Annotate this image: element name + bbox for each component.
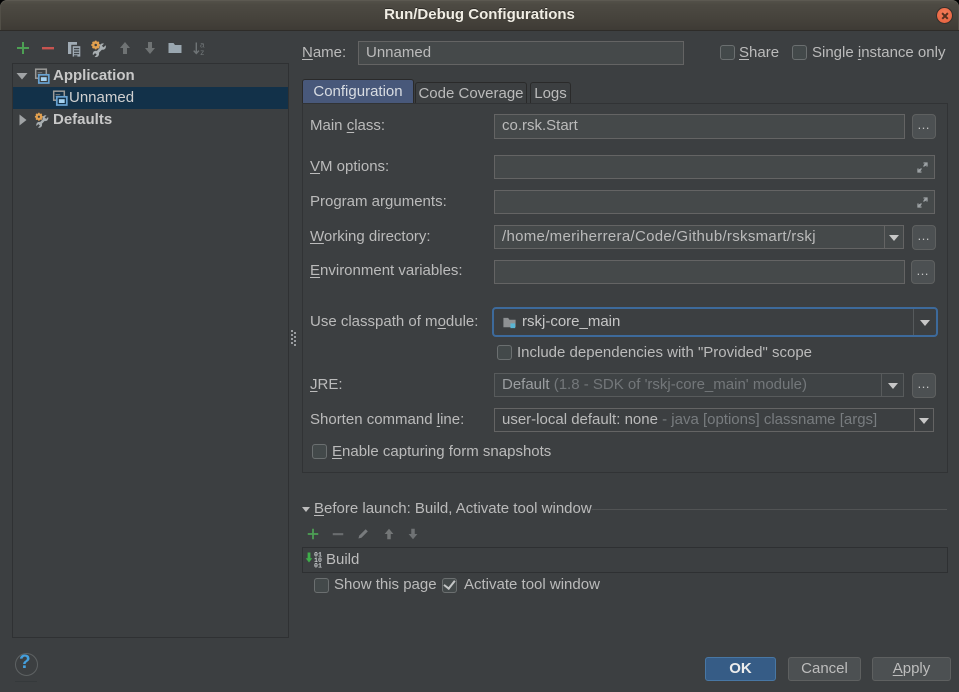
svg-text:01: 01 [314,563,322,568]
svg-text:z: z [200,48,204,56]
